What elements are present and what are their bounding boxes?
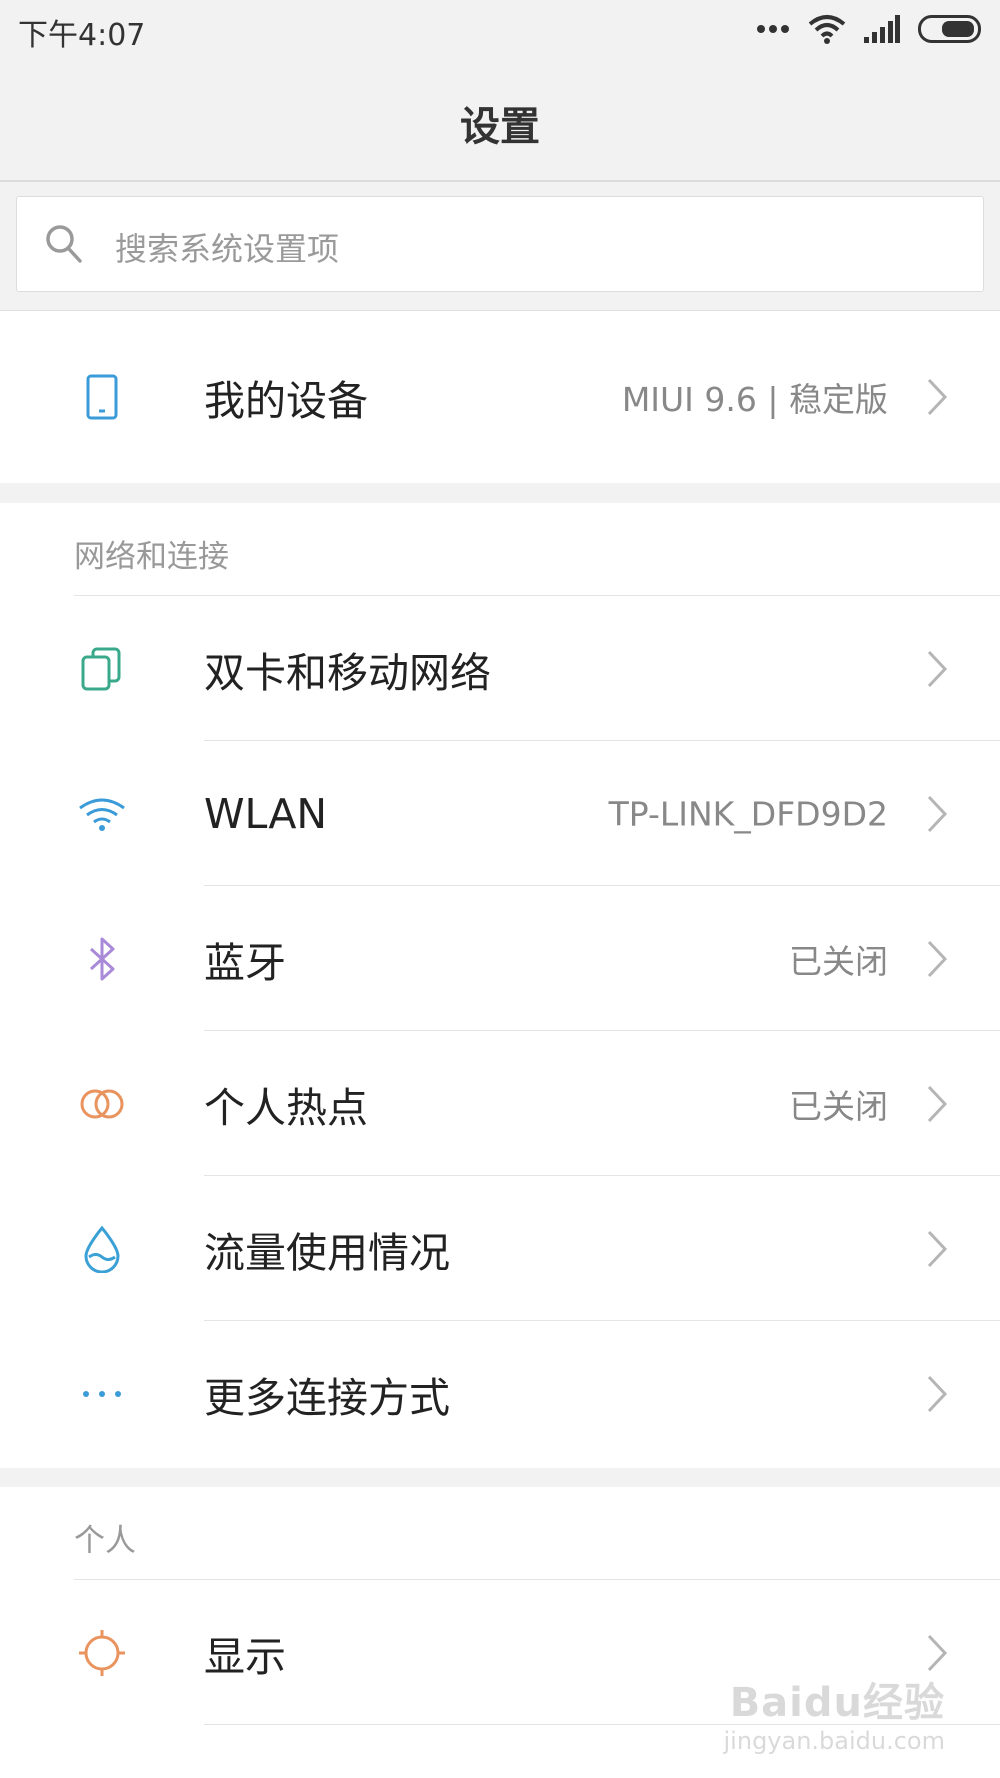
list-item-label: 更多连接方式 [204,1373,450,1422]
chevron-right-icon [927,940,948,977]
battery-icon [918,15,981,43]
data-drop-icon [84,1225,120,1273]
list-item-more-connections[interactable]: 更多连接方式 [0,1321,1000,1466]
search-area: 搜索系统设置项 [0,182,1000,311]
hotspot-icon [80,1089,124,1118]
section-header-label: 网络和连接 [74,539,229,575]
list-item-sim[interactable]: 双卡和移动网络 [0,596,1000,741]
list-item-value: 已关闭 [789,941,888,981]
status-time: 下午4:07 [18,18,146,53]
signal-icon [864,15,900,43]
chevron-right-icon [927,1634,948,1671]
more-dots-icon [83,1390,121,1397]
sim-cards-icon [81,647,121,690]
list-item-label: 流量使用情况 [204,1228,450,1277]
list-item-label: WLAN [204,789,328,838]
status-bar: 下午4:07 [0,0,1000,56]
section-header-label: 个人 [74,1523,136,1559]
chevron-right-icon [927,650,948,687]
chevron-right-icon [927,795,948,832]
list-item-data-usage[interactable]: 流量使用情况 [0,1176,1000,1321]
list-item-value: TP-LINK_DFD9D2 [608,794,888,833]
my-device-row[interactable]: 我的设备 MIUI 9.6 | 稳定版 [0,324,1000,469]
list-item-label: 个人热点 [204,1083,368,1132]
search-icon [46,225,82,263]
watermark-url: jingyan.baidu.com [723,1727,945,1756]
chevron-right-icon [927,1375,948,1412]
list-item-value: 已关闭 [789,1086,888,1126]
chevron-right-icon [927,1230,948,1267]
search-placeholder: 搜索系统设置项 [115,230,340,268]
section-header-network: 网络和连接 [74,503,1000,596]
list-item-label: 显示 [204,1632,286,1681]
brightness-icon [79,1629,125,1676]
wifi-icon [79,798,125,831]
my-device-label: 我的设备 [204,376,368,425]
wifi-icon [808,15,846,44]
title-bar: 设置 [0,56,1000,182]
list-item-wlan[interactable]: WLAN TP-LINK_DFD9D2 [0,741,1000,886]
watermark: Baidu经验 jingyan.baidu.com [724,1679,945,1756]
list-item-bluetooth[interactable]: 蓝牙 已关闭 [0,886,1000,1031]
personal-section: 个人 显示 Baidu经验 jingyan.baidu.com [0,1487,1000,1778]
more-dots-icon [757,25,789,33]
search-input[interactable]: 搜索系统设置项 [16,196,984,292]
chevron-right-icon [927,378,948,415]
status-icons [756,14,982,44]
list-item-hotspot[interactable]: 个人热点 已关闭 [0,1031,1000,1176]
bluetooth-icon [89,937,115,980]
device-section: 我的设备 MIUI 9.6 | 稳定版 [0,311,1000,483]
watermark-logo: Baidu经验 [729,1680,945,1727]
list-item-label: 双卡和移动网络 [204,648,491,697]
section-header-personal: 个人 [74,1487,1000,1580]
network-section: 网络和连接 双卡和移动网络 WLAN TP-LINK_DFD9D2 蓝牙 已关闭… [0,503,1000,1468]
chevron-right-icon [927,1085,948,1122]
phone-icon [86,374,118,419]
my-device-value: MIUI 9.6 | 稳定版 [621,379,888,419]
page-title: 设置 [460,104,540,150]
list-item-label: 蓝牙 [204,938,286,987]
